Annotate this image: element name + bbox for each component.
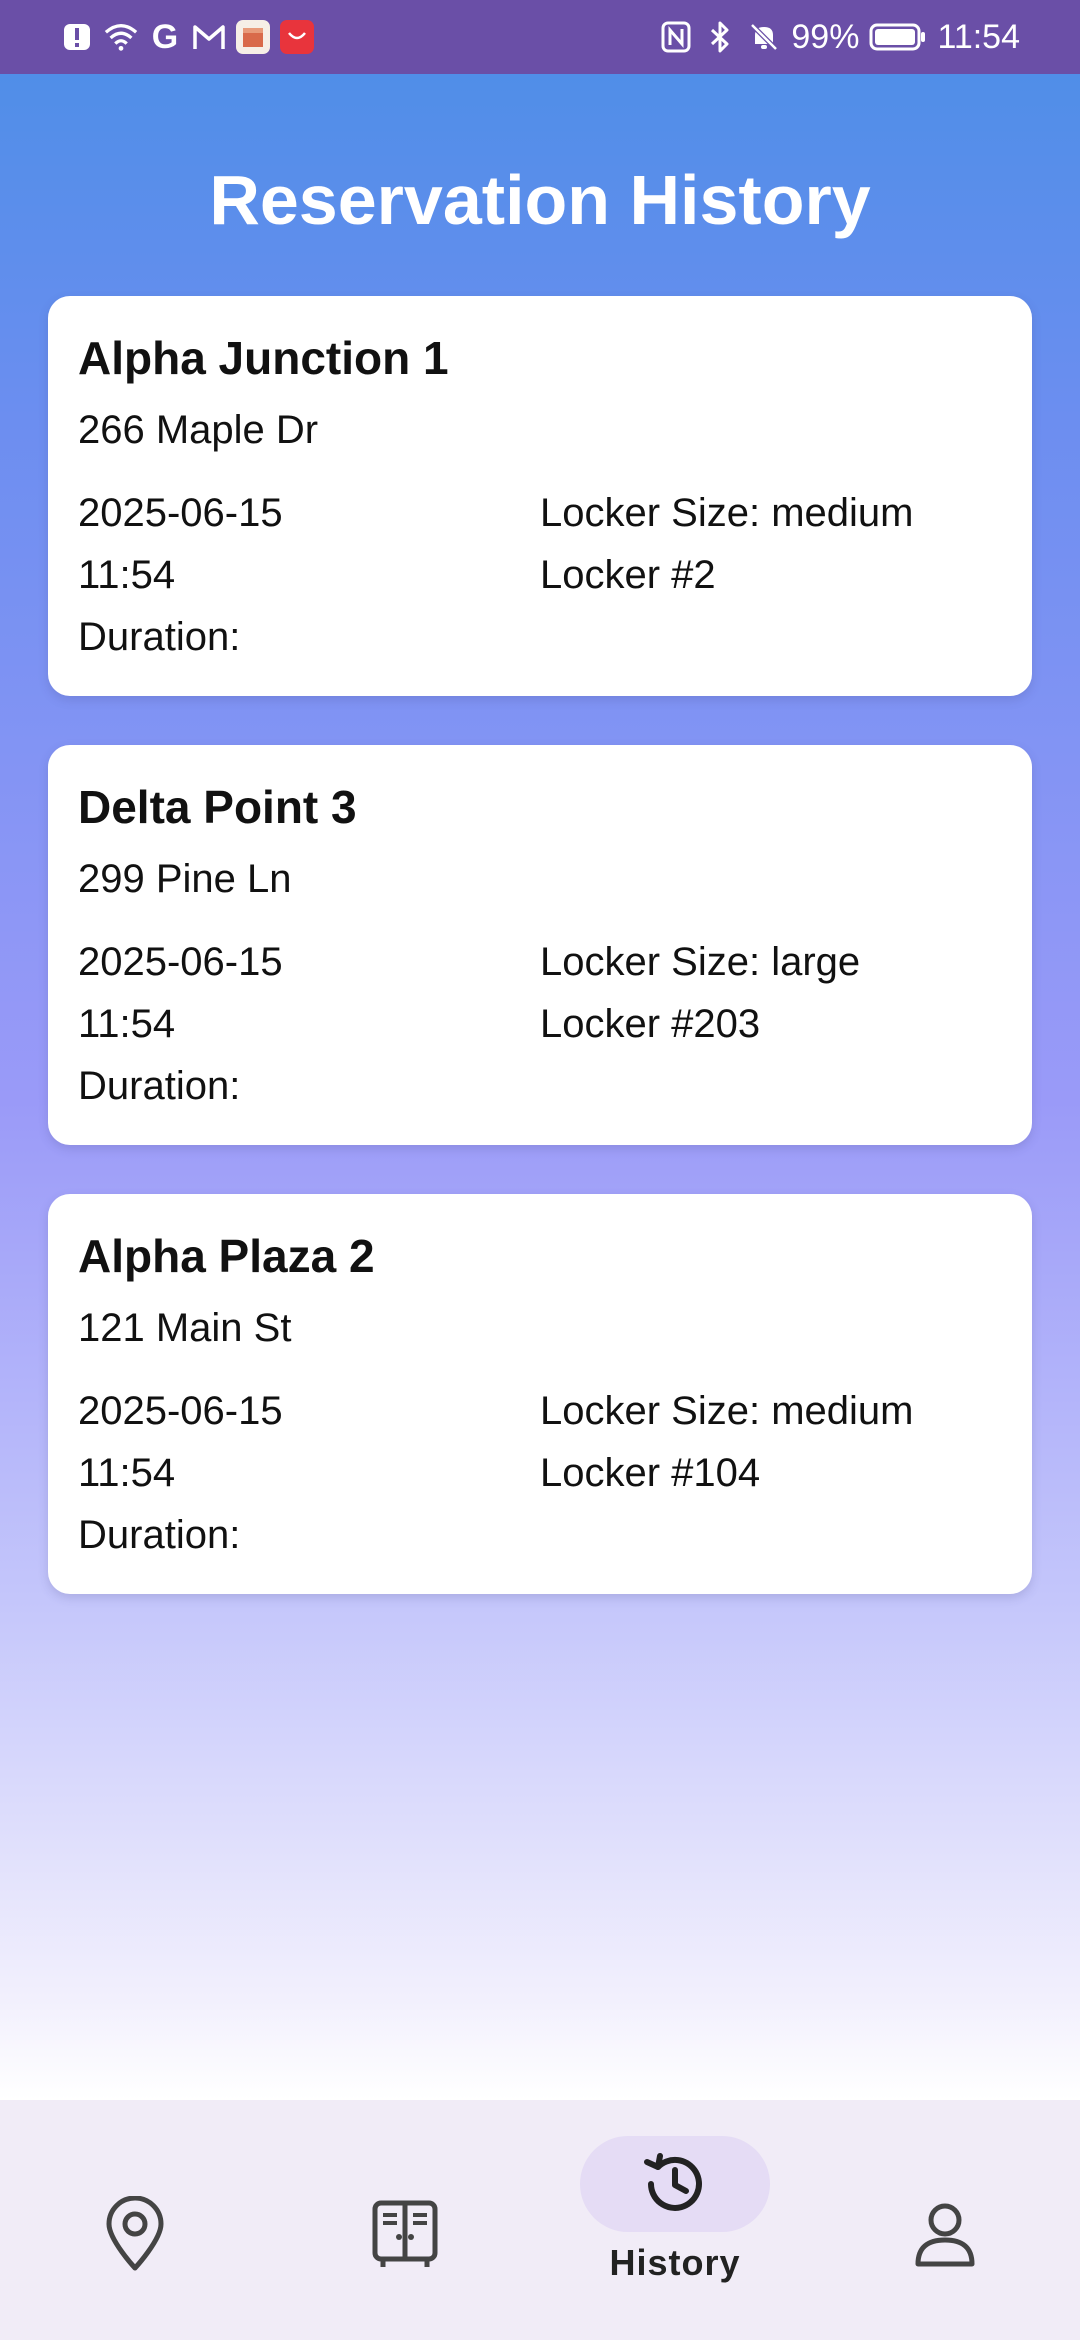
battery-icon	[869, 20, 927, 54]
nav-item-history[interactable]: History	[540, 2100, 810, 2340]
reservation-location-name: Alpha Plaza 2	[78, 1230, 375, 1282]
bottom-navigation: History	[0, 2100, 1080, 2340]
reservation-card[interactable]: Delta Point 3 299 Pine Ln 2025-06-15 11:…	[48, 745, 1032, 1145]
reservation-address: 266 Maple Dr	[78, 408, 319, 452]
reservation-location-name: Delta Point 3	[78, 781, 357, 833]
mute-icon	[747, 20, 781, 54]
reservation-date: 2025-06-15	[78, 1389, 283, 1433]
app-icon	[236, 20, 270, 54]
locker-icon	[310, 2186, 500, 2282]
reservation-address: 121 Main St	[78, 1306, 292, 1350]
reservation-time: 11:54	[78, 553, 176, 597]
reservation-duration: Duration:	[78, 1513, 241, 1557]
nav-item-locations[interactable]	[0, 2100, 270, 2340]
page-title: Reservation History	[209, 161, 871, 239]
nav-item-profile[interactable]	[810, 2100, 1080, 2340]
nfc-icon	[659, 20, 693, 54]
reservation-locker-number: Locker #2	[540, 553, 716, 597]
huawei-app-icon	[280, 20, 314, 54]
reservation-duration: Duration:	[78, 1064, 241, 1108]
gmail-icon	[192, 20, 226, 54]
reservation-list: Alpha Junction 1 266 Maple Dr 2025-06-15…	[48, 296, 1032, 1643]
location-pin-icon	[40, 2186, 230, 2282]
status-bar-right: 99% 11:54	[659, 14, 1020, 60]
reservation-time: 11:54	[78, 1451, 176, 1495]
reservation-date: 2025-06-15	[78, 940, 283, 984]
bluetooth-icon	[703, 20, 737, 54]
profile-icon	[850, 2186, 1040, 2282]
reservation-locker-number: Locker #203	[540, 1002, 761, 1046]
reservation-address: 299 Pine Ln	[78, 857, 292, 901]
reservation-time: 11:54	[78, 1002, 176, 1046]
reservation-card[interactable]: Alpha Junction 1 266 Maple Dr 2025-06-15…	[48, 296, 1032, 696]
google-icon: G	[151, 17, 179, 56]
reservation-locker-size: Locker Size: large	[540, 940, 861, 984]
reservation-location-name: Alpha Junction 1	[78, 332, 449, 384]
nav-label-history: History	[609, 2242, 741, 2283]
battery-percent: 99%	[791, 17, 860, 56]
alert-icon	[60, 20, 94, 54]
status-bar: G 99% 11:54	[0, 0, 1080, 74]
nav-item-lockers[interactable]	[270, 2100, 540, 2340]
reservation-locker-size: Locker Size: medium	[540, 491, 914, 535]
status-time: 11:54	[937, 17, 1020, 56]
reservation-locker-number: Locker #104	[540, 1451, 761, 1495]
reservation-card[interactable]: Alpha Plaza 2 121 Main St 2025-06-15 11:…	[48, 1194, 1032, 1594]
wifi-icon	[104, 20, 138, 54]
reservation-locker-size: Locker Size: medium	[540, 1389, 914, 1433]
reservation-date: 2025-06-15	[78, 491, 283, 535]
status-bar-left: G	[60, 16, 314, 58]
history-icon	[580, 2136, 770, 2232]
reservation-duration: Duration:	[78, 615, 241, 659]
